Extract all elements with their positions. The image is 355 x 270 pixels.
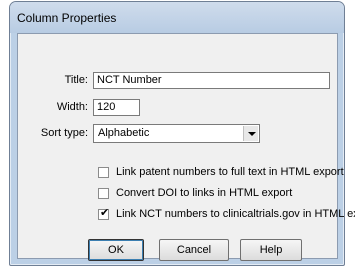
sort-type-select[interactable]: Alphabetic [93,124,260,143]
column-properties-dialog: Column Properties Title: NCT Number Widt… [9,1,355,266]
ok-button[interactable]: OK [88,239,144,261]
check-icon: ✔ [100,207,110,219]
link-patent-checkbox[interactable] [98,167,109,178]
dialog-title: Column Properties [17,11,117,25]
link-patent-label: Link patent numbers to full text in HTML… [116,166,344,178]
width-input[interactable]: 120 [93,99,140,116]
title-bar[interactable]: Column Properties [10,2,344,33]
dialog-body: Title: NCT Number Width: 120 Sort type: … [17,33,355,261]
title-input[interactable]: NCT Number [93,72,330,89]
convert-doi-label: Convert DOI to links in HTML export [116,187,293,199]
link-nct-checkbox[interactable]: ✔ [98,207,110,220]
chevron-down-icon[interactable] [243,126,258,141]
help-button[interactable]: Help [240,239,302,261]
width-label: Width: [56,101,88,113]
convert-doi-checkbox[interactable] [98,188,109,199]
cancel-button[interactable]: Cancel [159,239,229,261]
link-nct-label: Link NCT numbers to clinicaltrials.gov i… [116,208,355,220]
title-label: Title: [64,74,88,86]
sort-type-label: Sort type: [40,127,88,139]
sort-type-value: Alphabetic [98,127,150,139]
